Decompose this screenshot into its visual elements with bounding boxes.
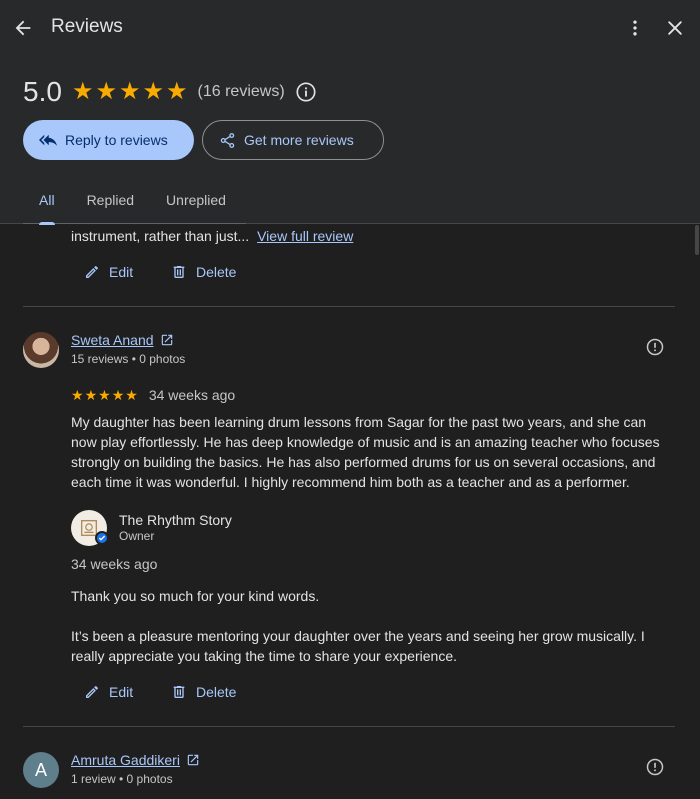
info-icon[interactable]	[295, 81, 317, 103]
rating-stars: ★ ★ ★ ★ ★	[72, 80, 188, 104]
trash-icon	[173, 686, 185, 698]
review-truncated-text: instrument, rather than just...	[71, 228, 250, 244]
reviewer-name-row: Amruta Gaddikeri	[71, 752, 200, 768]
reviewer-meta: 1 review • 0 photos	[71, 772, 173, 786]
tab-unreplied[interactable]: Unreplied	[150, 180, 242, 224]
star-icon: ★	[125, 387, 138, 403]
reply-to-reviews-label: Reply to reviews	[65, 132, 168, 148]
more-options-button[interactable]	[619, 12, 651, 44]
close-icon	[668, 21, 682, 35]
reviewer-name-link[interactable]: Sweta Anand	[71, 332, 154, 348]
report-review-button[interactable]	[643, 755, 667, 779]
view-full-review-link[interactable]: View full review	[257, 228, 353, 244]
edit-reply-button[interactable]: Edit	[84, 264, 133, 280]
reply-time: 34 weeks ago	[71, 556, 158, 572]
delete-label: Delete	[196, 684, 237, 700]
report-icon	[646, 758, 664, 776]
star-icon: ★	[84, 387, 98, 403]
star-icon: ★	[166, 78, 188, 105]
edit-label: Edit	[109, 264, 134, 280]
star-icon: ★	[142, 78, 164, 105]
star-icon: ★	[111, 387, 125, 403]
reviewer-name-link[interactable]: Amruta Gaddikeri	[71, 752, 180, 768]
close-button[interactable]	[659, 12, 691, 44]
avatar[interactable]: A	[23, 752, 59, 788]
star-icon: ★	[71, 387, 84, 403]
review-rating-row: ★ ★ ★ ★ ★ 34 weeks ago	[71, 385, 235, 405]
open-in-new-icon[interactable]	[160, 333, 174, 347]
report-review-button[interactable]	[643, 335, 667, 359]
rating-summary: 5.0 ★ ★ ★ ★ ★ (16 reviews)	[23, 74, 317, 110]
reviews-list[interactable]: instrument, rather than just... View ful…	[0, 225, 700, 799]
tab-all[interactable]: All	[23, 180, 71, 225]
get-more-reviews-label: Get more reviews	[244, 132, 354, 148]
share-icon	[220, 132, 235, 148]
edit-label: Edit	[109, 684, 134, 700]
delete-reply-button[interactable]: Delete	[171, 684, 236, 700]
avatar[interactable]	[23, 332, 59, 368]
pencil-icon	[86, 265, 98, 278]
trash-icon	[173, 266, 185, 278]
reply-to-reviews-button[interactable]: Reply to reviews	[23, 120, 194, 160]
owner-role: Owner	[119, 529, 155, 543]
open-in-new-icon[interactable]	[186, 753, 200, 767]
review-divider	[23, 726, 675, 727]
report-icon	[646, 338, 664, 356]
review-text: My daughter has been learning drum lesso…	[71, 414, 660, 490]
tab-replied[interactable]: Replied	[71, 180, 150, 224]
reply-paragraph-2: It’s been a pleasure mentoring your daug…	[71, 628, 645, 664]
verified-badge-icon	[95, 531, 109, 545]
reviews-panel: Reviews 5.0 ★ ★ ★ ★ ★ (16 reviews) Reply to …	[0, 0, 700, 799]
review-count: (16 reviews)	[197, 83, 285, 100]
review-stars: ★ ★ ★ ★ ★	[71, 388, 138, 402]
get-more-reviews-button[interactable]: Get more reviews	[202, 120, 384, 160]
average-rating: 5.0	[23, 76, 62, 107]
star-icon: ★	[71, 78, 94, 105]
filter-tabs: All Replied Unreplied	[23, 180, 246, 225]
page-title: Reviews	[51, 16, 123, 37]
reviewer-meta: 15 reviews • 0 photos	[71, 352, 186, 366]
reviewer-name-row: Sweta Anand	[71, 332, 174, 348]
review-time: 34 weeks ago	[148, 387, 236, 403]
reply-paragraph-1: Thank you so much for your kind words.	[71, 588, 320, 604]
star-icon: ★	[98, 387, 111, 403]
delete-label: Delete	[196, 264, 237, 280]
scrollbar-thumb[interactable]	[695, 225, 699, 255]
review-snippet: instrument, rather than just... View ful…	[71, 226, 353, 246]
review-divider	[23, 306, 675, 307]
delete-reply-button[interactable]: Delete	[171, 264, 236, 280]
scrollbar[interactable]	[692, 225, 700, 799]
pencil-icon	[86, 685, 98, 698]
reviews-header: Reviews 5.0 ★ ★ ★ ★ ★ (16 reviews) Reply to …	[0, 0, 700, 225]
top-bar: Reviews	[0, 0, 700, 56]
more-vert-icon	[633, 20, 637, 36]
star-icon: ★	[118, 78, 141, 105]
reply-all-icon	[39, 134, 57, 146]
star-icon: ★	[95, 78, 117, 105]
owner-name: The Rhythm Story	[119, 512, 232, 528]
arrow-back-icon	[15, 20, 31, 36]
back-button[interactable]	[7, 12, 39, 44]
edit-reply-button[interactable]: Edit	[84, 684, 133, 700]
